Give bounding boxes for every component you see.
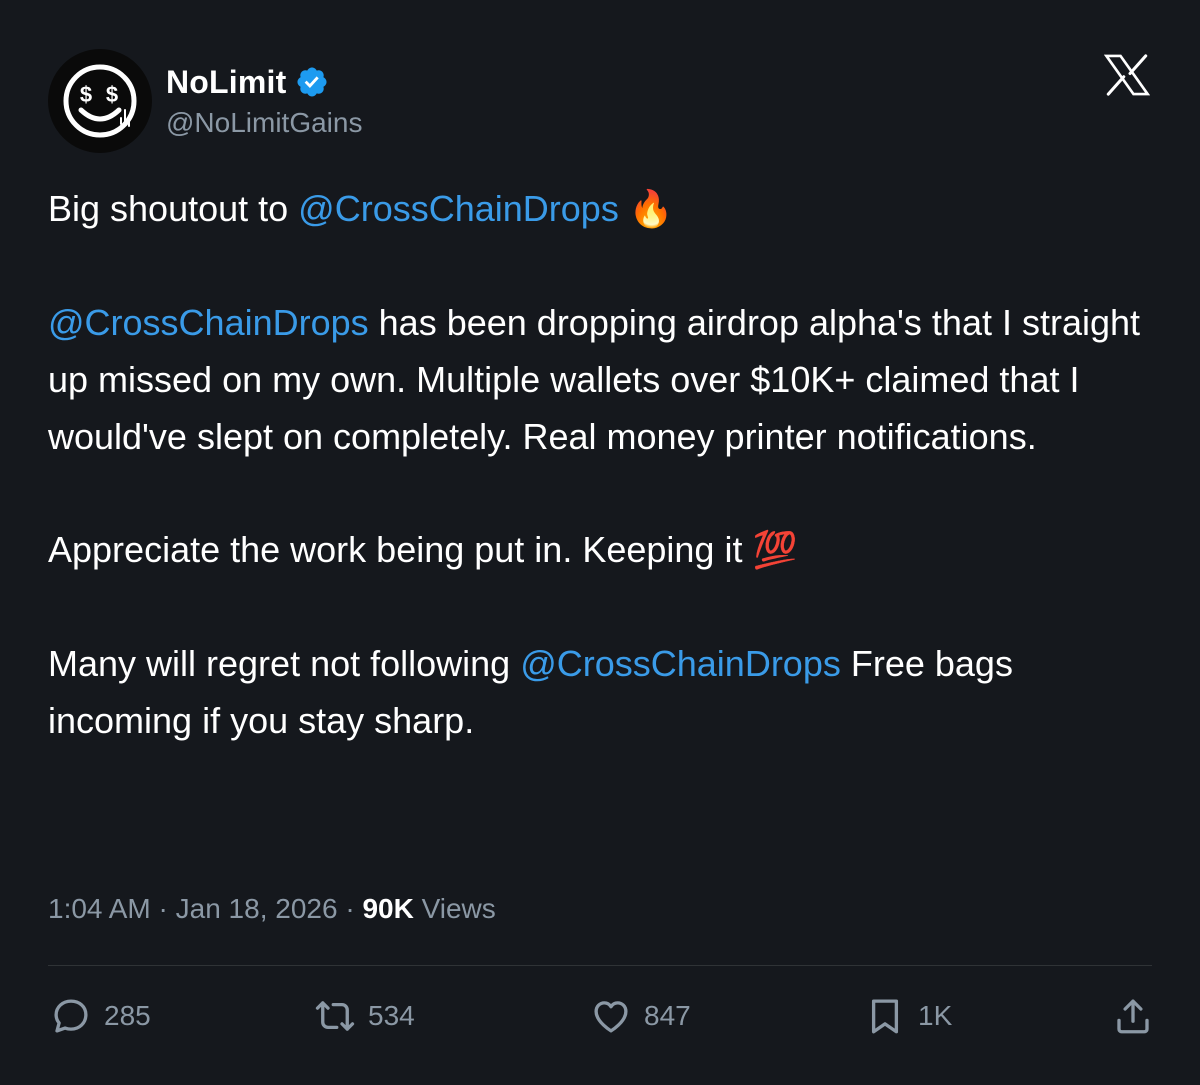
tweet-header: $ $ NoLimit @NoLimitGains xyxy=(48,46,362,156)
name-row: NoLimit xyxy=(166,64,362,101)
action-bar: 285 534 847 1K xyxy=(48,990,1152,1042)
avatar[interactable]: $ $ xyxy=(48,49,152,153)
mention-link[interactable]: @CrossChainDrops xyxy=(48,302,369,343)
verified-badge-icon xyxy=(295,65,329,99)
tweet-text-span: Many will regret not following xyxy=(48,643,521,684)
heart-icon xyxy=(594,1001,628,1033)
divider xyxy=(48,965,1152,966)
dollar-smiley-icon: $ $ xyxy=(63,64,137,138)
like-button[interactable]: 847 xyxy=(590,990,691,1042)
reply-icon xyxy=(54,999,88,1033)
hundred-points-emoji: 💯 xyxy=(752,530,798,571)
author-identity: NoLimit @NoLimitGains xyxy=(166,64,362,139)
post-time[interactable]: 1:04 AM xyxy=(48,893,151,924)
repost-count: 534 xyxy=(368,1000,415,1031)
share-button[interactable] xyxy=(1112,990,1154,1042)
x-logo-icon[interactable] xyxy=(1104,54,1150,96)
tweet-paragraph: Big shoutout to @CrossChainDrops 🔥 xyxy=(48,180,1158,238)
tweet-paragraph: Appreciate the work being put in. Keepin… xyxy=(48,521,1158,579)
tweet-meta: 1:04 AM · Jan 18, 2026 · 90K Views xyxy=(48,893,496,925)
bookmark-button[interactable]: 1K xyxy=(864,990,952,1042)
tweet-card: $ $ NoLimit @NoLimitGains Big shoutout t… xyxy=(0,0,1200,1085)
bookmark-count: 1K xyxy=(918,1000,953,1031)
like-count: 847 xyxy=(644,1000,691,1031)
mention-link[interactable]: @CrossChainDrops xyxy=(298,188,619,229)
meta-separator: · xyxy=(337,893,363,924)
post-date[interactable]: Jan 18, 2026 xyxy=(176,893,338,924)
tweet-text-span: Big shoutout to xyxy=(48,188,299,229)
reply-count: 285 xyxy=(104,1000,151,1031)
display-name[interactable]: NoLimit xyxy=(166,64,287,101)
repost-button[interactable]: 534 xyxy=(314,990,415,1042)
views-label: Views xyxy=(413,893,496,924)
tweet-paragraph: Many will regret not following @CrossCha… xyxy=(48,635,1158,749)
tweet-paragraph: @CrossChainDrops has been dropping airdr… xyxy=(48,294,1158,465)
mention-link[interactable]: @CrossChainDrops xyxy=(520,643,841,684)
svg-text:$: $ xyxy=(106,82,118,107)
views-count: 90K xyxy=(362,893,414,924)
author-handle[interactable]: @NoLimitGains xyxy=(166,107,362,139)
share-icon xyxy=(1117,999,1149,1034)
tweet-text: Big shoutout to @CrossChainDrops 🔥 @Cros… xyxy=(48,180,1158,749)
svg-text:$: $ xyxy=(80,82,92,107)
tweet-text-span: Appreciate the work being put in. Keepin… xyxy=(48,529,753,570)
reply-button[interactable]: 285 xyxy=(50,990,151,1042)
fire-emoji: 🔥 xyxy=(628,189,674,230)
bookmark-icon xyxy=(871,999,899,1034)
repost-icon xyxy=(315,1001,355,1031)
meta-separator: · xyxy=(150,893,176,924)
